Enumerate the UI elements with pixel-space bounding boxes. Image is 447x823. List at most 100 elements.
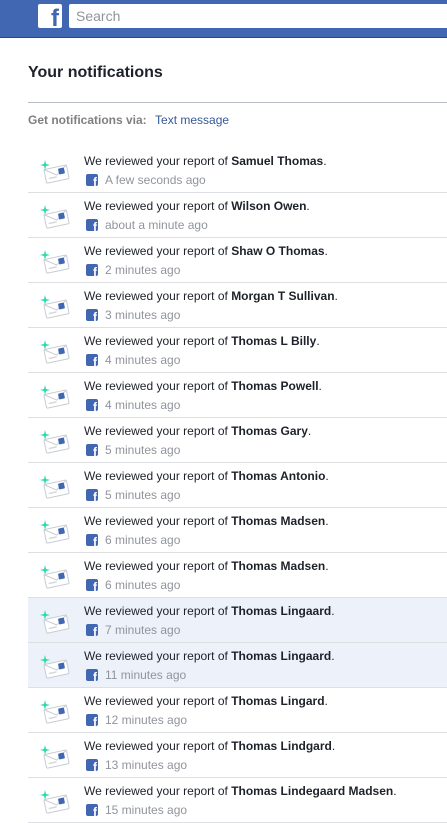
support-inbox-envelope-icon	[40, 745, 70, 769]
support-inbox-envelope-icon	[40, 565, 70, 589]
notification-timestamp: 11 minutes ago	[105, 668, 187, 682]
facebook-small-icon: f	[86, 759, 98, 771]
notification-timestamp: 15 minutes ago	[105, 803, 188, 817]
reported-person-name: Thomas Madsen	[231, 514, 326, 528]
notification-text: We reviewed your report of Samuel Thomas…	[84, 154, 327, 168]
facebook-small-icon: f	[86, 534, 98, 546]
reported-person-name: Morgan T Sullivan	[231, 289, 335, 303]
notification-item[interactable]: We reviewed your report of Thomas Lingaa…	[28, 643, 447, 688]
notification-item[interactable]: We reviewed your report of Morgan T Sull…	[28, 283, 447, 328]
notification-prefix: We reviewed your report of	[84, 469, 232, 483]
reported-person-name: Shaw O Thomas	[231, 244, 325, 258]
text-message-link[interactable]: Text message	[155, 113, 229, 127]
facebook-small-icon: f	[86, 669, 98, 681]
support-inbox-envelope-icon	[40, 160, 70, 184]
notification-suffix: .	[331, 739, 336, 753]
notification-timestamp: 2 minutes ago	[105, 263, 181, 277]
notification-suffix: .	[334, 289, 338, 303]
notification-item[interactable]: We reviewed your report of Samuel Thomas…	[28, 148, 447, 193]
notification-prefix: We reviewed your report of	[84, 379, 232, 393]
notification-prefix: We reviewed your report of	[84, 604, 232, 618]
support-inbox-envelope-icon	[40, 295, 70, 319]
notification-suffix: .	[325, 559, 329, 573]
top-nav-bar: f	[0, 0, 447, 38]
facebook-small-icon: f	[86, 399, 98, 411]
notification-item[interactable]: We reviewed your report of Thomas Lindeg…	[28, 778, 447, 823]
notification-list: We reviewed your report of Samuel Thomas…	[28, 148, 447, 823]
notification-text: We reviewed your report of Thomas L Bill…	[84, 334, 320, 348]
reported-person-name: Thomas Lindegaard Madsen	[231, 784, 394, 798]
notification-text: We reviewed your report of Thomas Gary.	[84, 424, 311, 438]
support-inbox-envelope-icon	[40, 205, 70, 229]
reported-person-name: Thomas Lingaard	[231, 604, 332, 618]
notification-prefix: We reviewed your report of	[84, 154, 232, 168]
reported-person-name: Thomas Madsen	[231, 559, 326, 573]
notification-timestamp: 5 minutes ago	[105, 443, 181, 457]
notification-timestamp: about a minute ago	[105, 218, 208, 232]
reported-person-name: Thomas L Billy	[231, 334, 317, 348]
notification-suffix: .	[325, 469, 329, 483]
facebook-small-icon: f	[86, 309, 98, 321]
notification-item[interactable]: We reviewed your report of Shaw O Thomas…	[28, 238, 447, 283]
notification-suffix: .	[318, 379, 322, 393]
notification-item[interactable]: We reviewed your report of Thomas Lindga…	[28, 733, 447, 778]
notification-text: We reviewed your report of Thomas Antoni…	[84, 469, 329, 483]
notification-timestamp: 3 minutes ago	[105, 308, 181, 322]
facebook-small-icon: f	[86, 579, 98, 591]
notification-suffix: .	[331, 649, 335, 663]
notification-suffix: .	[316, 334, 320, 348]
notification-suffix: .	[324, 694, 328, 708]
notification-item[interactable]: We reviewed your report of Thomas Madsen…	[28, 508, 447, 553]
notification-item[interactable]: We reviewed your report of Thomas Lingar…	[28, 688, 447, 733]
notification-suffix: .	[324, 244, 328, 258]
notification-text: We reviewed your report of Thomas Lindeg…	[84, 784, 397, 798]
notification-suffix: .	[323, 154, 327, 168]
notification-item[interactable]: We reviewed your report of Thomas Lingaa…	[28, 598, 447, 643]
reported-person-name: Thomas Gary	[231, 424, 308, 438]
notification-item[interactable]: We reviewed your report of Thomas Antoni…	[28, 463, 447, 508]
facebook-small-icon: f	[86, 219, 98, 231]
facebook-small-icon: f	[86, 444, 98, 456]
notification-suffix: .	[306, 199, 310, 213]
facebook-small-icon: f	[86, 624, 98, 636]
notification-prefix: We reviewed your report of	[84, 514, 232, 528]
reported-person-name: Thomas Antonio	[231, 469, 326, 483]
divider	[28, 102, 447, 103]
notification-timestamp: 5 minutes ago	[105, 488, 181, 502]
support-inbox-envelope-icon	[40, 610, 70, 634]
support-inbox-envelope-icon	[40, 520, 70, 544]
facebook-small-icon: f	[86, 174, 98, 186]
notification-timestamp: 12 minutes ago	[105, 713, 188, 727]
facebook-small-icon: f	[86, 354, 98, 366]
notification-prefix: We reviewed your report of	[84, 784, 232, 798]
notification-prefix: We reviewed your report of	[84, 694, 232, 708]
notification-text: We reviewed your report of Thomas Powell…	[84, 379, 322, 393]
reported-person-name: Samuel Thomas	[231, 154, 324, 168]
notification-timestamp: 4 minutes ago	[105, 353, 181, 367]
notification-timestamp: A few seconds ago	[105, 173, 206, 187]
notification-item[interactable]: We reviewed your report of Thomas L Bill…	[28, 328, 447, 373]
notification-prefix: We reviewed your report of	[84, 424, 232, 438]
support-inbox-envelope-icon	[40, 700, 70, 724]
notification-item[interactable]: We reviewed your report of Thomas Madsen…	[28, 553, 447, 598]
notification-text: We reviewed your report of Morgan T Sull…	[84, 289, 338, 303]
search-input[interactable]	[69, 4, 447, 28]
notification-text: We reviewed your report of Shaw O Thomas…	[84, 244, 328, 258]
support-inbox-envelope-icon	[40, 250, 70, 274]
notification-suffix: .	[393, 784, 397, 798]
facebook-small-icon: f	[86, 804, 98, 816]
notification-text: We reviewed your report of Thomas Madsen…	[84, 559, 329, 573]
notification-prefix: We reviewed your report of	[84, 334, 232, 348]
page-title: Your notifications	[28, 64, 163, 81]
notification-text: We reviewed your report of Thomas Madsen…	[84, 514, 329, 528]
facebook-small-icon: f	[86, 489, 98, 501]
notification-timestamp: 4 minutes ago	[105, 398, 181, 412]
notification-item[interactable]: We reviewed your report of Thomas Gary. …	[28, 418, 447, 463]
notification-timestamp: 6 minutes ago	[105, 578, 181, 592]
notification-text: We reviewed your report of Thomas Lingar…	[84, 694, 328, 708]
notification-prefix: We reviewed your report of	[84, 244, 232, 258]
notification-item[interactable]: We reviewed your report of Thomas Powell…	[28, 373, 447, 418]
facebook-logo-icon[interactable]: f	[38, 4, 62, 28]
notification-text: We reviewed your report of Thomas Lingaa…	[84, 649, 335, 663]
notification-item[interactable]: We reviewed your report of Wilson Owen. …	[28, 193, 447, 238]
